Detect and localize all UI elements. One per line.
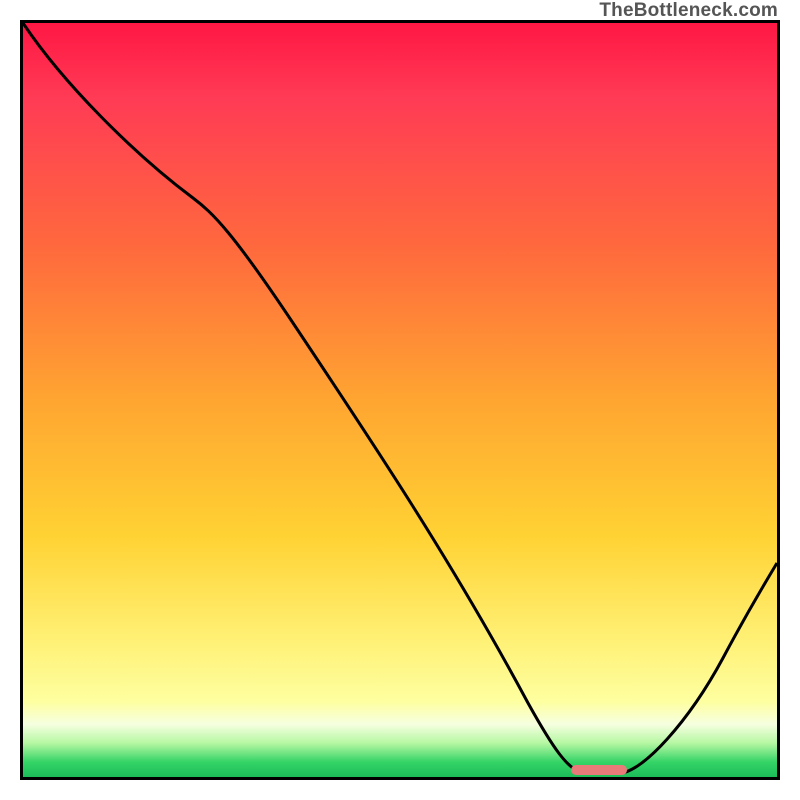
optimal-zone-marker xyxy=(571,765,627,775)
watermark-text: TheBottleneck.com xyxy=(599,0,778,22)
bottleneck-curve-svg xyxy=(23,23,777,777)
chart-frame: TheBottleneck.com xyxy=(0,0,800,800)
bottleneck-curve-path xyxy=(23,23,777,773)
plot-area xyxy=(20,20,780,780)
